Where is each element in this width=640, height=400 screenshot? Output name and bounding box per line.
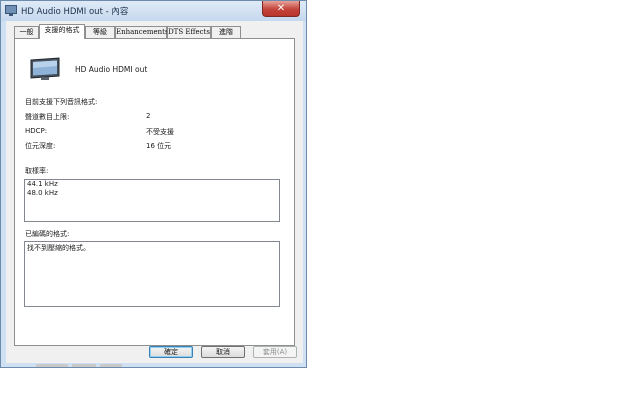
tab-dts-effects[interactable]: DTS Effects [167, 26, 211, 38]
bit-depth-value: 16 位元 [146, 142, 172, 150]
tab-panel: HD Audio HDMI out 目前支援下列音訊格式: 聲道數目上限: 2 … [14, 38, 295, 346]
max-channels-value: 2 [146, 112, 151, 120]
tab-advanced[interactable]: 進階 [211, 26, 241, 38]
encoded-formats-list[interactable]: 找不到壓縮的格式。 [24, 241, 280, 307]
properties-window: HD Audio HDMI out - 內容 ✕ 一般 支援的格式 等級 Enh… [0, 0, 307, 368]
tab-levels[interactable]: 等級 [85, 26, 115, 38]
ok-button[interactable]: 確定 [149, 346, 193, 358]
device-name: HD Audio HDMI out [75, 65, 148, 74]
background-fragment [72, 364, 96, 367]
speaker-icon [5, 5, 17, 16]
dialog-client: 一般 支援的格式 等級 Enhancements DTS Effects 進階 … [6, 21, 303, 363]
tab-supported-formats[interactable]: 支援的格式 [39, 24, 85, 39]
title-bar[interactable]: HD Audio HDMI out - 內容 ✕ [1, 1, 306, 21]
apply-button[interactable]: 套用(A) [253, 346, 297, 358]
supported-formats-heading: 目前支援下列音訊格式: [25, 98, 98, 106]
monitor-icon [30, 57, 60, 80]
close-button[interactable]: ✕ [262, 1, 300, 17]
hdcp-value: 不受支援 [146, 128, 174, 136]
encoded-formats-label: 已編碼的格式: [25, 230, 70, 238]
sample-rates-list[interactable]: 44.1 kHz 48.0 kHz [24, 179, 280, 222]
list-item: 找不到壓縮的格式。 [27, 244, 90, 252]
sample-rates-label: 取樣率: [25, 167, 49, 175]
list-item[interactable]: 48.0 kHz [25, 189, 279, 198]
window-title: HD Audio HDMI out - 內容 [21, 7, 129, 17]
tab-general[interactable]: 一般 [14, 26, 39, 38]
background-fragment [100, 364, 122, 367]
cancel-button[interactable]: 取消 [201, 346, 245, 358]
hdcp-label: HDCP: [25, 127, 48, 135]
max-channels-label: 聲道數目上限: [25, 113, 70, 121]
background-fragment [36, 364, 68, 367]
list-item[interactable]: 44.1 kHz [25, 180, 279, 189]
bit-depth-label: 位元深度: [25, 142, 56, 150]
tab-enhancements[interactable]: Enhancements [115, 26, 169, 38]
